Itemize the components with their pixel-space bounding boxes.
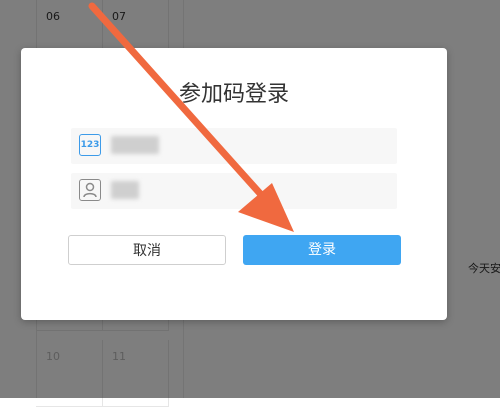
name-input[interactable]	[71, 173, 397, 209]
join-code-value-blurred	[111, 136, 159, 154]
name-value-blurred	[111, 181, 139, 199]
login-button[interactable]: 登录	[243, 235, 401, 265]
number-code-icon: 123	[79, 134, 101, 156]
join-code-login-dialog: 参加码登录 123 取消 登录	[21, 48, 447, 320]
user-icon	[79, 179, 101, 201]
cancel-button[interactable]: 取消	[68, 235, 226, 265]
dialog-title: 参加码登录	[178, 82, 289, 107]
join-code-input[interactable]: 123	[71, 128, 397, 164]
